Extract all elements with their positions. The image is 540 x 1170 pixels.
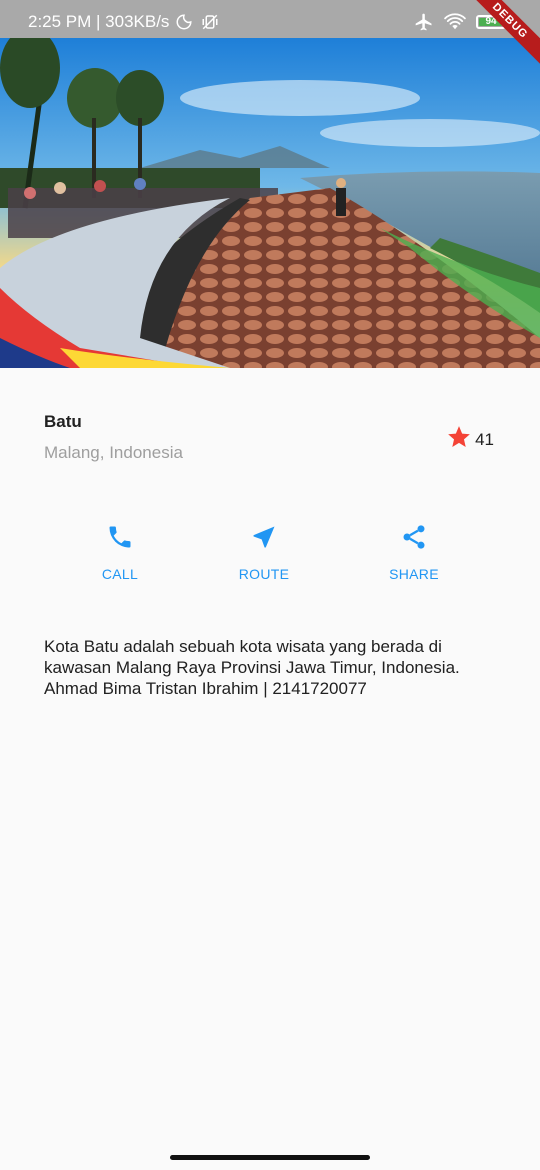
- star-icon: [446, 424, 472, 455]
- wifi-icon: [444, 13, 466, 31]
- hero-image: [0, 38, 540, 368]
- share-button[interactable]: SHARE: [354, 520, 474, 582]
- action-buttons: CALL ROUTE SHARE: [0, 520, 540, 590]
- title-section: Batu Malang, Indonesia 41: [44, 412, 496, 472]
- status-time-speed: 2:25 PM | 303KB/s: [28, 12, 170, 31]
- call-button[interactable]: CALL: [60, 520, 180, 582]
- phone-icon: [60, 520, 180, 554]
- vibrate-off-icon: [199, 13, 221, 31]
- place-name: Batu: [44, 412, 82, 431]
- status-bar: 2:25 PM | 303KB/s 94: [0, 0, 540, 38]
- call-label: CALL: [101, 566, 139, 582]
- place-location: Malang, Indonesia: [44, 443, 183, 462]
- status-left: 2:25 PM | 303KB/s: [28, 12, 221, 32]
- rating: 41: [446, 424, 494, 455]
- route-button[interactable]: ROUTE: [204, 520, 324, 582]
- airplane-icon: [414, 12, 434, 32]
- home-indicator[interactable]: [170, 1155, 370, 1160]
- description-text: Kota Batu adalah sebuah kota wisata yang…: [44, 637, 460, 698]
- moon-icon: [175, 13, 193, 31]
- near-me-icon: [204, 520, 324, 554]
- route-label: ROUTE: [238, 566, 290, 582]
- paragliding-viewpoint-photo: [0, 38, 540, 368]
- share-label: SHARE: [389, 566, 439, 582]
- rating-count: 41: [475, 429, 494, 449]
- share-icon: [354, 520, 474, 554]
